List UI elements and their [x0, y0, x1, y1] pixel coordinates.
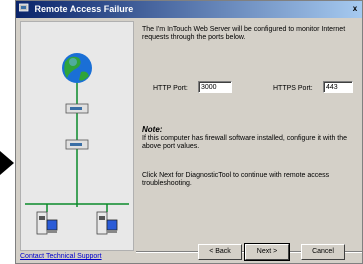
- network-diagram: [25, 53, 129, 235]
- https-port-label: HTTPS Port:: [273, 85, 313, 92]
- cancel-button[interactable]: Cancel: [301, 244, 345, 260]
- window-title: Remote Access Failure: [34, 4, 134, 14]
- next-button[interactable]: Next >: [244, 243, 290, 261]
- next-instruction-text: Click Next for DiagnosticTool to continu…: [142, 172, 330, 187]
- intro-text: The I'm InTouch Web Server will be confi…: [142, 26, 346, 41]
- close-button[interactable]: x: [350, 3, 360, 14]
- app-icon: [18, 2, 29, 12]
- title-bar: Remote Access Failure x: [16, 1, 362, 18]
- note-text: If this computer has firewall software i…: [142, 135, 348, 150]
- back-button[interactable]: < Back: [198, 244, 242, 260]
- note-title: Note:: [142, 125, 163, 134]
- http-port-input[interactable]: 3000: [198, 81, 232, 93]
- globe-icon: [62, 53, 92, 83]
- computer-icon: [96, 211, 118, 235]
- contact-support-link[interactable]: Contact Technical Support: [20, 253, 102, 260]
- dialog-window: Remote Access Failure x The I'm InTouch …: [15, 0, 363, 264]
- http-port-label: HTTP Port:: [153, 85, 188, 92]
- pointer-arrow: [0, 151, 14, 175]
- computer-icon: [36, 211, 58, 235]
- network-illustration: [20, 21, 134, 251]
- https-port-input[interactable]: 443: [323, 81, 353, 93]
- server-icon: [65, 103, 89, 114]
- server-icon: [65, 139, 89, 150]
